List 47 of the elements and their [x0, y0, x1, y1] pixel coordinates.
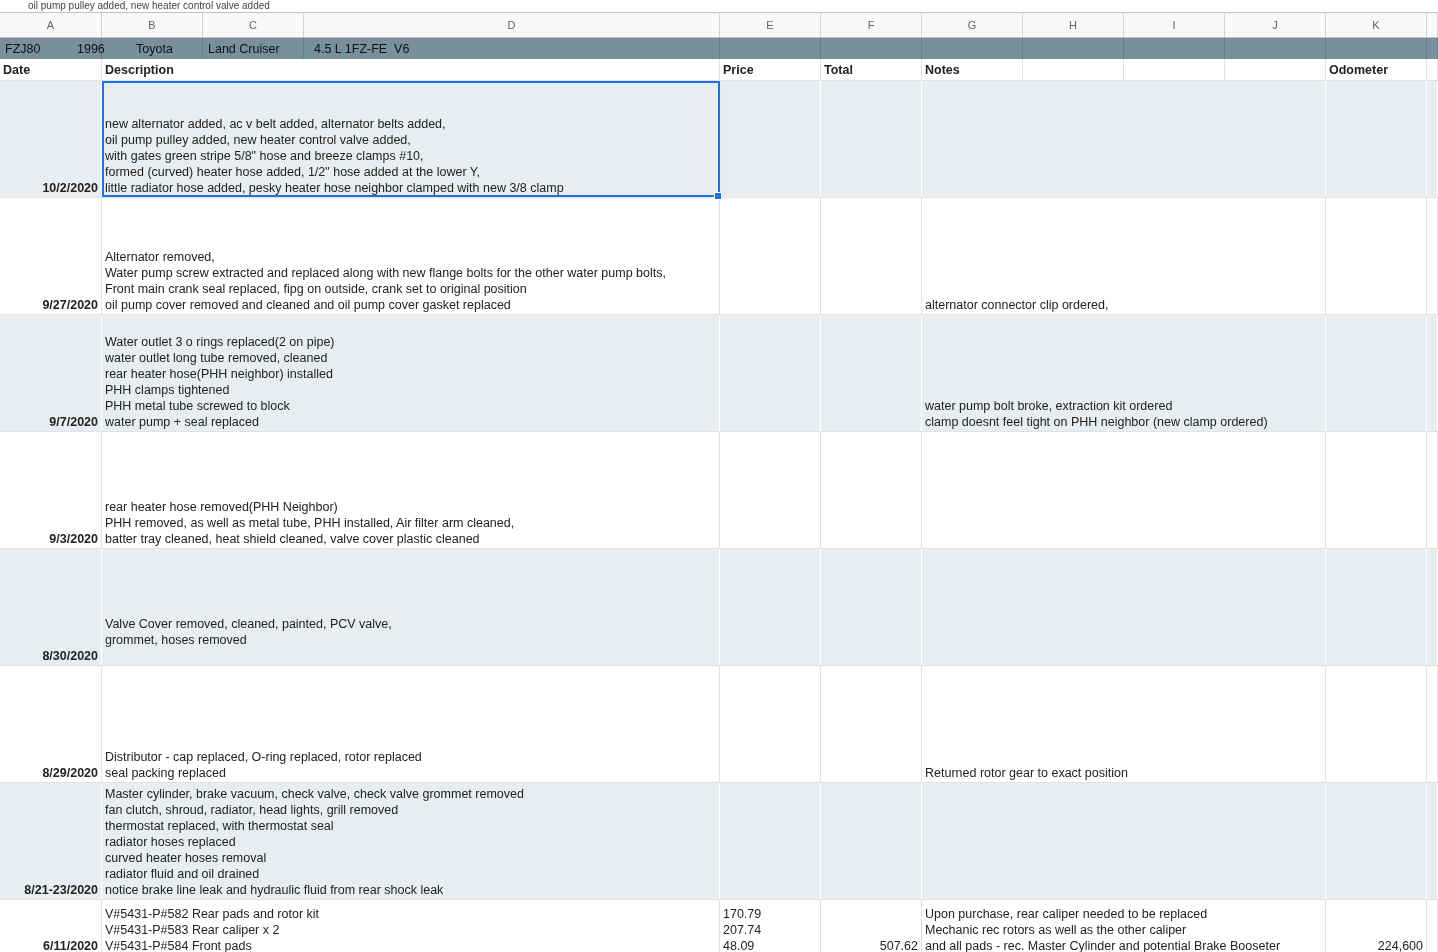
- vehicle-info-text: 4.5 L 1FZ-FE V6: [314, 41, 410, 56]
- notes-cell: alternator connector clip ordered,: [925, 297, 1109, 313]
- odometer-header: Odometer: [1329, 62, 1389, 77]
- date-cell: 8/29/2020: [42, 765, 98, 781]
- notes-header: Notes: [925, 62, 960, 77]
- description-cell: Distributor - cap replaced, O-ring replaced, rotor replaced seal packing replaced: [105, 749, 422, 781]
- notes-cell: Returned rotor gear to exact position: [925, 765, 1128, 781]
- notes-cell: water pump bolt broke, extraction kit ordered clamp doesnt feel tight on PHH neighbor (new clamp ordered): [925, 398, 1268, 430]
- column-header[interactable]: H: [1069, 19, 1077, 31]
- column-header[interactable]: D: [507, 19, 516, 31]
- column-header[interactable]: I: [1172, 19, 1176, 31]
- vehicle-info-text: Toyota: [136, 41, 174, 56]
- total-cell: 507.62: [879, 938, 918, 952]
- vehicle-info-text: FZJ80: [5, 41, 42, 56]
- vehicle-info-text: 1996: [77, 41, 106, 56]
- description-cell: new alternator added, ac v belt added, alternator belts added, oil pump pulley added, new heater control valve added, with gates green stripe 5/8" hose and breeze clamps #10, formed (curved) heater hose added, 1/2" hose added at the lower Y, little radiator hose added, pesky heater hose neighbor clamped with new 3/8 clamp: [105, 116, 564, 196]
- selection-handle[interactable]: [714, 192, 722, 200]
- date-cell: 10/2/2020: [42, 180, 98, 196]
- formula-bar-text: oil pump pulley added, new heater control valve added: [28, 0, 270, 12]
- date-cell: 9/7/2020: [49, 414, 98, 430]
- description-cell: Alternator removed, Water pump screw extracted and replaced along with new flange bolts for the other water pump bolts, Front main crank seal replaced, fipg on outside, crank set to original position oil pump cover removed and cleaned and oil pump cover gasket replaced: [105, 249, 666, 313]
- vehicle-info-text: Land Cruiser: [208, 41, 281, 56]
- date-header: Date: [3, 62, 31, 77]
- total-header: Total: [824, 62, 853, 77]
- column-header[interactable]: G: [967, 19, 977, 31]
- odometer-cell: 224,600: [1377, 938, 1423, 952]
- description-header: Description: [105, 62, 174, 77]
- description-cell: Water outlet 3 o rings replaced(2 on pipe) water outlet long tube removed, cleaned rear heater hose(PHH neighbor) installed PHH clamps tightened PHH metal tube screwed to block water pump + seal replaced: [105, 334, 335, 430]
- description-cell: Master cylinder, brake vacuum, check valve, check valve grommet removed fan clutch, shroud, radiator, head lights, grill removed thermostat replaced, with thermostat seal radiator hoses replaced curved heater hoses removal radiator fluid and oil drained notice brake line leak and hydraulic fluid from rear shock leak: [105, 786, 524, 898]
- column-header[interactable]: C: [249, 19, 257, 31]
- description-cell: V#5431-P#582 Rear pads and rotor kit V#5431-P#583 Rear caliper x 2 V#5431-P#584 Front pads: [105, 906, 320, 952]
- date-cell: 9/3/2020: [49, 531, 98, 547]
- column-header[interactable]: E: [766, 19, 774, 31]
- description-cell: rear heater hose removed(PHH Neighbor) PHH removed, as well as metal tube, PHH installed, Air filter arm cleaned, batter tray cleaned, heat shield cleaned, valve cover plastic cleaned: [105, 499, 515, 547]
- price-header: Price: [723, 62, 754, 77]
- notes-cell: Upon purchase, rear caliper needed to be replaced Mechanic rec rotors as well as the other caliper and all pads - rec. Master Cylinder and potential Brake Booseter: [925, 906, 1281, 952]
- column-header[interactable]: A: [46, 19, 55, 31]
- date-cell: 6/11/2020: [43, 938, 98, 952]
- column-header[interactable]: J: [1272, 19, 1278, 31]
- date-cell: 9/27/2020: [42, 297, 98, 313]
- description-cell-text: Valve Cover removed, cleaned, painted, PCV valve, grommet, hoses removed: [105, 616, 392, 649]
- column-header[interactable]: K: [1372, 19, 1380, 31]
- column-header[interactable]: B: [148, 19, 156, 31]
- column-header[interactable]: F: [867, 19, 875, 31]
- price-cell: 170.79 207.74 48.09: [723, 906, 762, 952]
- date-cell: 8/21-23/2020: [24, 882, 98, 898]
- date-cell: 8/30/2020: [42, 648, 98, 664]
